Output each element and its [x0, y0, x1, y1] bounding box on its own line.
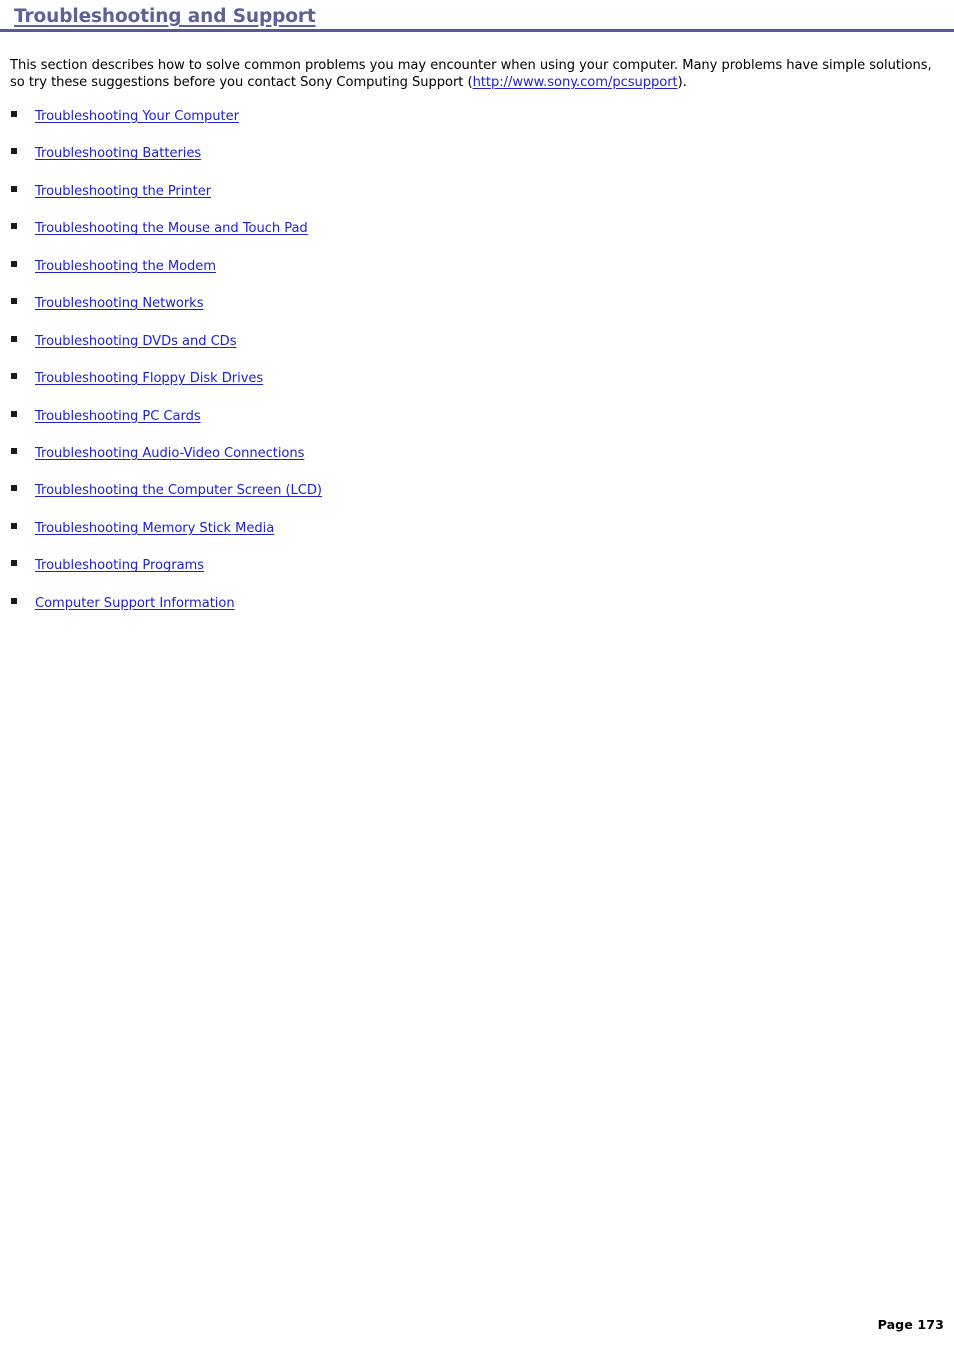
title-divider	[0, 29, 954, 32]
toc-link[interactable]: Troubleshooting Networks	[35, 296, 204, 312]
list-item: Troubleshooting the Computer Screen (LCD…	[0, 479, 954, 516]
list-item: Troubleshooting Programs	[0, 554, 954, 591]
toc-link[interactable]: Troubleshooting the Modem	[35, 259, 216, 275]
toc-link[interactable]: Troubleshooting Programs	[35, 558, 204, 574]
square-bullet-icon	[11, 111, 17, 117]
square-bullet-icon	[11, 560, 17, 567]
intro-text-after-link: ).	[677, 74, 687, 90]
list-item: Troubleshooting Networks	[0, 292, 954, 329]
square-bullet-icon	[11, 447, 17, 454]
square-bullet-icon	[11, 298, 17, 305]
toc-link[interactable]: Troubleshooting the Printer	[35, 184, 211, 200]
toc-link[interactable]: Troubleshooting the Computer Screen (LCD…	[35, 483, 322, 499]
toc-link[interactable]: Troubleshooting Memory Stick Media	[35, 521, 274, 537]
page-number: Page 173	[877, 1317, 944, 1332]
intro-text-before-link: This section describes how to solve comm…	[10, 58, 932, 90]
list-item: Troubleshooting the Mouse and Touch Pad	[0, 217, 954, 254]
document-page: Troubleshooting and Support This section…	[0, 0, 954, 1351]
toc-link[interactable]: Troubleshooting Batteries	[35, 146, 201, 162]
sony-support-link[interactable]: http://www.sony.com/pcsupport	[473, 75, 678, 90]
square-bullet-icon	[11, 185, 17, 192]
intro-paragraph: This section describes how to solve comm…	[10, 58, 946, 91]
square-bullet-icon	[11, 148, 17, 155]
square-bullet-icon	[11, 485, 17, 492]
square-bullet-icon	[11, 260, 17, 267]
list-item: Computer Support Information	[0, 592, 954, 629]
list-item: Troubleshooting the Printer	[0, 180, 954, 217]
toc-link[interactable]: Troubleshooting Audio-Video Connections	[35, 446, 304, 462]
square-bullet-icon	[11, 335, 17, 342]
square-bullet-icon	[11, 373, 17, 380]
toc-link[interactable]: Troubleshooting the Mouse and Touch Pad	[35, 221, 308, 237]
troubleshooting-link-list: Troubleshooting Your Computer Troubleshoo…	[0, 105, 954, 629]
square-bullet-icon	[11, 597, 17, 604]
toc-link[interactable]: Troubleshooting Your Computer	[35, 109, 239, 125]
list-item: Troubleshooting Floppy Disk Drives	[0, 367, 954, 404]
square-bullet-icon	[11, 522, 17, 529]
list-item: Troubleshooting DVDs and CDs	[0, 330, 954, 367]
toc-link[interactable]: Computer Support Information	[35, 596, 235, 612]
toc-link[interactable]: Troubleshooting PC Cards	[35, 409, 201, 425]
list-item: Troubleshooting Audio-Video Connections	[0, 442, 954, 479]
list-item: Troubleshooting the Modem	[0, 255, 954, 292]
toc-link[interactable]: Troubleshooting Floppy Disk Drives	[35, 371, 263, 387]
list-item: Troubleshooting PC Cards	[0, 405, 954, 442]
list-item: Troubleshooting Your Computer	[0, 105, 954, 142]
square-bullet-icon	[11, 223, 17, 230]
list-item: Troubleshooting Batteries	[0, 142, 954, 179]
list-item: Troubleshooting Memory Stick Media	[0, 517, 954, 554]
square-bullet-icon	[11, 410, 17, 417]
toc-link[interactable]: Troubleshooting DVDs and CDs	[35, 334, 237, 350]
page-title: Troubleshooting and Support	[14, 6, 316, 27]
page-header: Troubleshooting and Support	[0, 6, 954, 28]
